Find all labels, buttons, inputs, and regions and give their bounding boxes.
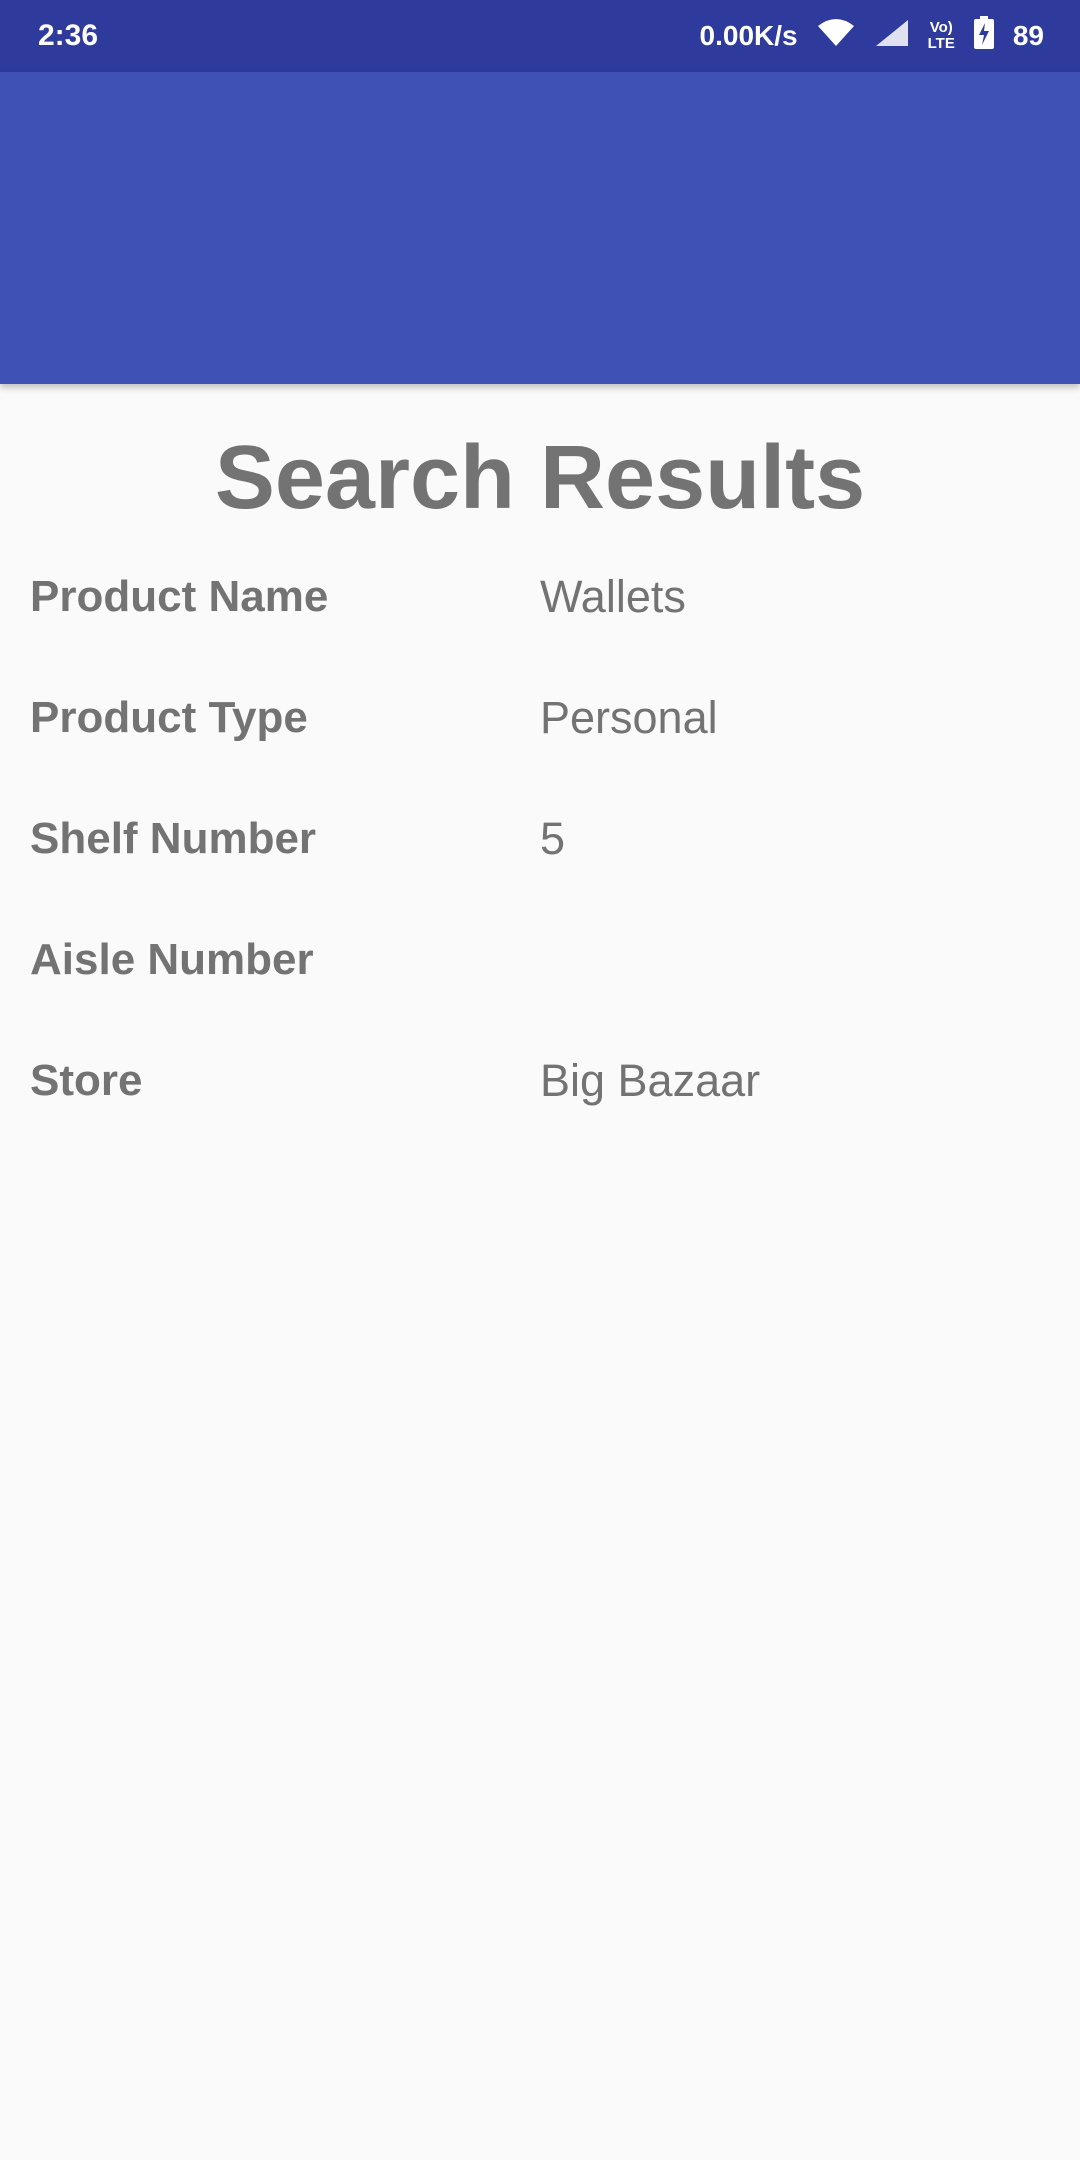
detail-row-shelf-number: Shelf Number 5 (0, 794, 1080, 884)
signal-icon (874, 18, 910, 55)
detail-row-aisle-number: Aisle Number (0, 915, 1080, 1005)
detail-row-product-name: Product Name Wallets (0, 552, 1080, 642)
battery-level: 89 (1012, 20, 1044, 51)
battery-charging-icon (973, 15, 995, 57)
wifi-icon (816, 18, 856, 55)
detail-label: Product Type (30, 693, 308, 742)
network-speed: 0.00K/s (699, 20, 798, 51)
detail-row-product-type: Product Type Personal (0, 673, 1080, 763)
detail-value: Big Bazaar (540, 1055, 761, 1106)
detail-value: 5 (540, 813, 566, 864)
status-icons: 0.00K/s Vo) LTE 89 (700, 0, 1044, 72)
detail-row-store: Store Big Bazaar (0, 1036, 1080, 1126)
detail-value: Wallets (540, 571, 686, 622)
page-title: Search Results (214, 428, 866, 528)
detail-value: Personal (540, 692, 718, 743)
detail-label: Aisle Number (30, 935, 314, 984)
detail-label: Shelf Number (30, 814, 317, 863)
app-bar (0, 72, 1080, 384)
status-bar: 2:36 0.00K/s Vo) LTE 89 (0, 0, 1080, 72)
detail-label: Store (30, 1056, 143, 1105)
detail-label: Product Name (30, 572, 329, 621)
status-time: 2:36 (38, 19, 99, 52)
volte-icon: Vo) LTE (927, 19, 955, 52)
